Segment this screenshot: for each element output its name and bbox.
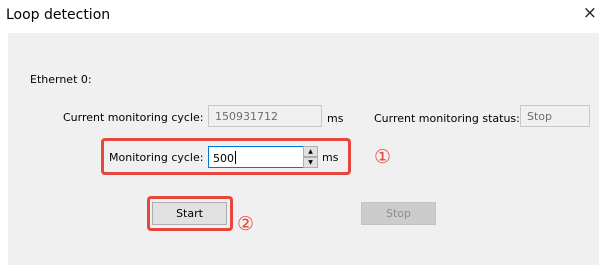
title-bar: Loop detection ×: [0, 0, 607, 30]
current-cycle-label: Current monitoring cycle:: [63, 111, 204, 124]
monitoring-cycle-unit: ms: [322, 151, 339, 164]
spin-up-icon[interactable]: ▲: [303, 146, 318, 157]
stop-button[interactable]: Stop: [361, 202, 436, 225]
current-status-label: Current monitoring status:: [374, 112, 520, 125]
current-cycle-field: 150931712: [208, 105, 322, 127]
close-icon[interactable]: ×: [583, 5, 597, 22]
monitoring-cycle-label: Monitoring cycle:: [109, 151, 204, 164]
text-caret: [235, 151, 236, 164]
monitoring-cycle-stepper[interactable]: ▲ ▼: [303, 146, 318, 168]
current-cycle-unit: ms: [327, 112, 344, 125]
start-button[interactable]: Start: [152, 202, 227, 225]
spin-down-icon[interactable]: ▼: [303, 157, 318, 168]
monitoring-cycle-input[interactable]: 500: [208, 146, 304, 168]
annotation-marker-2: ②: [237, 213, 255, 235]
monitoring-cycle-value: 500: [213, 152, 234, 165]
ethernet-label: Ethernet 0:: [30, 73, 92, 86]
window-title: Loop detection: [6, 7, 111, 23]
current-status-field: Stop: [520, 105, 590, 127]
annotation-marker-1: ①: [374, 146, 392, 168]
